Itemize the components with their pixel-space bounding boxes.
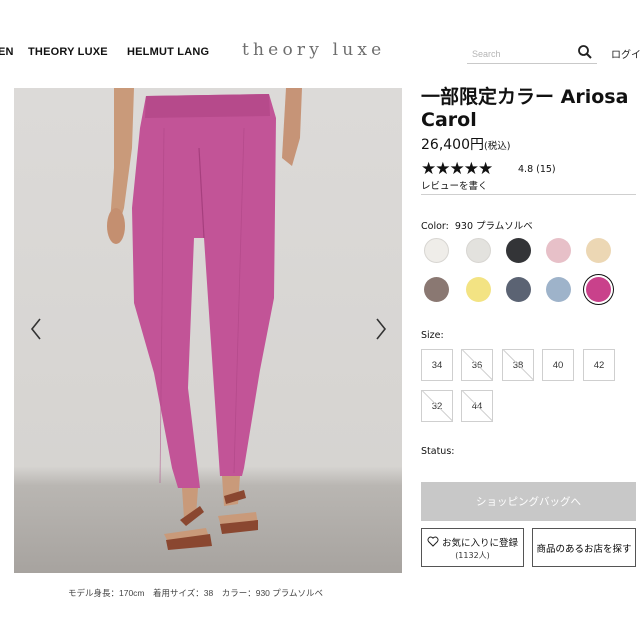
nav-helmut-lang-link[interactable]: HELMUT LANG [127, 46, 209, 58]
search-icon[interactable] [577, 44, 593, 60]
chevron-right-icon[interactable] [373, 316, 389, 342]
search-input[interactable] [467, 44, 567, 64]
size-option[interactable]: 42 [583, 349, 615, 381]
product-title: 一部限定カラー Ariosa Carol [421, 86, 629, 131]
product-price: 26,400円(税込) [421, 134, 510, 154]
color-label: Color: [421, 221, 449, 232]
color-value: 930 プラムソルベ [454, 221, 533, 232]
color-swatch[interactable] [586, 277, 611, 302]
add-to-bag-button[interactable]: ショッピングバッグへ [421, 482, 636, 521]
size-option[interactable]: 38 [502, 349, 534, 381]
product-image [14, 88, 402, 573]
star-icon: ★ [478, 159, 493, 179]
image-caption: モデル身長：170cm 着用サイズ：38 カラー：930 プラムソルベ [68, 588, 324, 598]
color-swatch[interactable] [546, 238, 571, 263]
color-swatch[interactable] [466, 238, 491, 263]
star-icon: ★ [449, 159, 465, 179]
rating-stars: ★★★★★ [421, 159, 493, 179]
color-swatch[interactable] [546, 277, 571, 302]
status-label: Status: [421, 446, 455, 457]
size-option[interactable]: 44 [461, 390, 493, 422]
color-swatch[interactable] [466, 277, 491, 302]
price-tax-note: (税込) [484, 141, 511, 152]
heart-icon [427, 536, 439, 547]
favorite-count: (1132人) [455, 550, 490, 560]
site-logo[interactable]: theory luxe [242, 40, 385, 60]
size-option[interactable]: 32 [421, 390, 453, 422]
color-swatch[interactable] [424, 238, 449, 263]
write-review-link[interactable]: レビューを書く [421, 178, 488, 192]
login-link[interactable]: ログイン [611, 46, 640, 61]
price-value: 26,400円 [421, 137, 484, 153]
favorite-label: お気に入りに登録 [441, 537, 518, 549]
size-option[interactable]: 40 [542, 349, 574, 381]
size-option[interactable]: 34 [421, 349, 453, 381]
color-swatch[interactable] [506, 238, 531, 263]
add-to-favorites-button[interactable]: お気に入りに登録 (1132人) [421, 528, 524, 567]
star-icon: ★ [463, 159, 479, 179]
star-icon: ★ [421, 159, 436, 179]
chevron-left-icon[interactable] [28, 316, 44, 342]
nav-theory-luxe-link[interactable]: THEORY LUXE [28, 46, 108, 58]
divider [421, 194, 636, 195]
search-box [467, 42, 597, 64]
color-swatch[interactable] [586, 238, 611, 263]
rating-value[interactable]: 4.8 (15) [518, 164, 556, 175]
size-label: Size: [421, 330, 444, 341]
star-icon: ★ [435, 159, 450, 179]
color-swatch[interactable] [506, 277, 531, 302]
color-swatch[interactable] [424, 277, 449, 302]
size-option[interactable]: 36 [461, 349, 493, 381]
find-store-button[interactable]: 商品のあるお店を探す [532, 528, 636, 567]
color-row: Color: 930 プラムソルベ [421, 218, 533, 232]
nav-brand-link[interactable]: EN [0, 46, 14, 58]
